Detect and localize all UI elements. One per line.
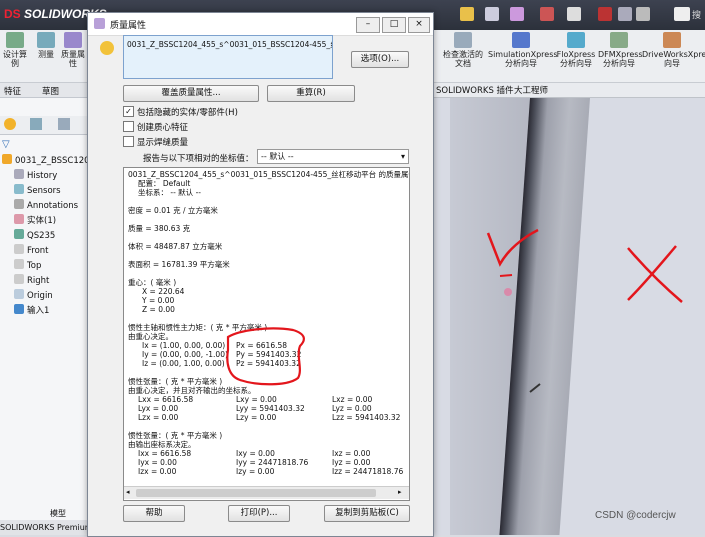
highlight-circle (226, 327, 305, 386)
annotation-overlay (226, 228, 683, 393)
cursor-icon (529, 383, 541, 393)
check-mark (486, 228, 539, 267)
red-tick (499, 274, 513, 277)
coordinate-triad-icon (504, 288, 512, 296)
cross-mark (627, 245, 683, 303)
